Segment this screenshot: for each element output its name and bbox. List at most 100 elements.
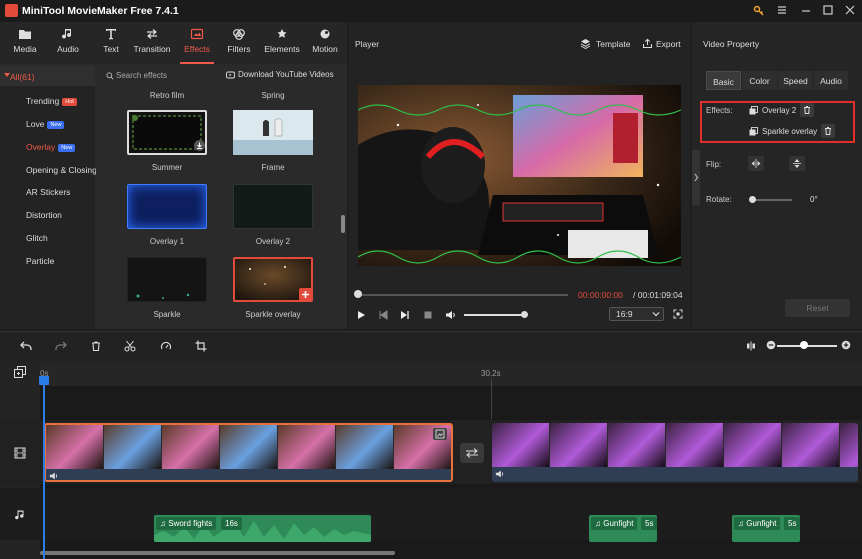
close-icon[interactable] bbox=[844, 4, 856, 16]
fullscreen-icon[interactable] bbox=[673, 309, 683, 319]
video-clip[interactable] bbox=[492, 423, 858, 482]
delete-icon[interactable] bbox=[90, 340, 102, 352]
music-note-icon: ♫ bbox=[595, 519, 601, 528]
rotate-label: Rotate: bbox=[706, 195, 732, 204]
key-icon[interactable] bbox=[753, 5, 765, 17]
tab-effects[interactable]: Effects bbox=[177, 28, 217, 54]
motion-icon bbox=[320, 29, 330, 39]
download-icon[interactable] bbox=[194, 140, 205, 151]
minimize-icon[interactable] bbox=[800, 4, 812, 16]
split-icon[interactable] bbox=[124, 340, 136, 352]
folder-icon bbox=[19, 30, 31, 39]
effect-thumb-overlay-2[interactable] bbox=[233, 184, 313, 229]
timeline-horizontal-scrollbar[interactable] bbox=[40, 551, 395, 555]
add-track-icon[interactable] bbox=[14, 366, 26, 378]
trash-icon bbox=[825, 127, 831, 135]
crop-icon[interactable] bbox=[195, 340, 207, 352]
tab-audio-property[interactable]: Audio bbox=[814, 71, 848, 90]
progress-handle[interactable] bbox=[354, 290, 362, 298]
category-ar-stickers[interactable]: AR Stickers bbox=[26, 187, 70, 197]
progress-track[interactable] bbox=[358, 294, 568, 296]
panel-collapse-handle[interactable] bbox=[692, 150, 700, 205]
youtube-icon bbox=[226, 71, 235, 79]
category-trending[interactable]: Trending Hot bbox=[26, 96, 77, 106]
flip-vertical-icon bbox=[793, 159, 801, 168]
menu-icon[interactable] bbox=[776, 4, 788, 16]
transition-slot[interactable] bbox=[460, 443, 484, 463]
tab-transition[interactable]: Transition bbox=[132, 28, 172, 54]
tab-elements[interactable]: Elements bbox=[262, 28, 302, 54]
rotate-slider[interactable] bbox=[752, 199, 792, 201]
redo-icon[interactable] bbox=[55, 341, 67, 351]
music-note-icon: ♫ bbox=[738, 519, 744, 528]
fit-timeline-icon[interactable] bbox=[746, 341, 756, 351]
template-button[interactable]: Template bbox=[596, 39, 631, 49]
tab-basic[interactable]: Basic bbox=[706, 71, 741, 90]
playhead-handle[interactable] bbox=[39, 376, 49, 385]
tab-filters[interactable]: Filters bbox=[219, 28, 259, 54]
effects-scrollbar[interactable] bbox=[341, 215, 345, 233]
music-track-icon bbox=[14, 509, 26, 521]
audio-clip-gunfight[interactable]: ♫ Gunfight 5s bbox=[732, 515, 800, 542]
category-distortion[interactable]: Distortion bbox=[26, 210, 62, 220]
stop-icon[interactable] bbox=[423, 310, 433, 320]
effect-label: Sparkle overlay bbox=[245, 310, 301, 319]
effect-thumb-overlay-1[interactable] bbox=[127, 184, 207, 229]
tab-text[interactable]: Text bbox=[91, 28, 131, 54]
delete-effect-button[interactable] bbox=[800, 103, 814, 117]
delete-effect-button[interactable] bbox=[821, 124, 835, 138]
audio-clip-duration: 16s bbox=[221, 517, 242, 530]
audio-clip-gunfight[interactable]: ♫ Gunfight 5s bbox=[589, 515, 657, 542]
effect-thumb-sparkle[interactable] bbox=[127, 257, 207, 302]
reset-button[interactable]: Reset bbox=[785, 299, 850, 317]
download-youtube-link[interactable]: Download YouTube Videos bbox=[238, 70, 334, 79]
tab-motion[interactable]: Motion bbox=[305, 28, 345, 54]
video-clip-selected[interactable] bbox=[44, 423, 453, 482]
category-particle[interactable]: Particle bbox=[26, 256, 54, 266]
export-button[interactable]: Export bbox=[656, 39, 681, 49]
total-time: / 00:01:09:04 bbox=[633, 290, 683, 300]
maximize-icon[interactable] bbox=[822, 4, 834, 16]
next-frame-icon[interactable] bbox=[400, 310, 410, 320]
audio-clip-sword-fights[interactable]: ♫ Sword fights 16s bbox=[154, 515, 371, 542]
speed-icon[interactable] bbox=[160, 340, 172, 352]
timeline-ruler[interactable] bbox=[0, 361, 862, 386]
flip-horizontal-button[interactable] bbox=[748, 156, 764, 171]
effect-thumb-frame[interactable] bbox=[233, 110, 313, 155]
category-overlay[interactable]: Overlay New bbox=[26, 142, 76, 152]
undo-icon[interactable] bbox=[20, 341, 32, 351]
current-time: 00:00:00:00 bbox=[578, 290, 623, 300]
search-input[interactable]: Search effects bbox=[116, 71, 167, 80]
search-icon bbox=[106, 72, 114, 80]
tab-speed[interactable]: Speed bbox=[778, 71, 813, 90]
clip-audio-bar bbox=[46, 469, 451, 480]
tab-audio[interactable]: Audio bbox=[48, 28, 88, 54]
zoom-handle[interactable] bbox=[800, 341, 808, 349]
plus-icon bbox=[302, 291, 309, 298]
tab-color[interactable]: Color bbox=[742, 71, 777, 90]
previous-frame-icon[interactable] bbox=[378, 310, 388, 320]
volume-slider[interactable] bbox=[464, 314, 524, 316]
volume-handle[interactable] bbox=[521, 311, 528, 318]
rotate-value: 0° bbox=[810, 195, 818, 204]
effect-label: Sparkle bbox=[153, 310, 181, 319]
zoom-in-icon[interactable] bbox=[841, 340, 851, 350]
volume-icon bbox=[495, 470, 504, 478]
audio-clip-duration: 5s bbox=[784, 517, 800, 530]
effects-icon bbox=[190, 28, 204, 40]
category-love[interactable]: Love New bbox=[26, 119, 65, 129]
flip-vertical-button[interactable] bbox=[789, 156, 805, 171]
video-preview[interactable] bbox=[358, 85, 681, 266]
effect-label: Overlay 2 bbox=[255, 237, 291, 246]
play-icon[interactable] bbox=[356, 310, 366, 320]
playhead[interactable] bbox=[43, 376, 45, 559]
effect-label: Retro film bbox=[149, 91, 185, 100]
zoom-out-icon[interactable] bbox=[766, 340, 776, 350]
category-opening-closing[interactable]: Opening & Closing bbox=[26, 165, 97, 175]
clip-effect-badge[interactable] bbox=[433, 428, 447, 440]
rotate-handle[interactable] bbox=[749, 196, 756, 203]
add-effect-button[interactable] bbox=[299, 288, 312, 301]
volume-icon[interactable] bbox=[445, 310, 457, 320]
category-glitch[interactable]: Glitch bbox=[26, 233, 48, 243]
tab-media[interactable]: Media bbox=[5, 28, 45, 54]
